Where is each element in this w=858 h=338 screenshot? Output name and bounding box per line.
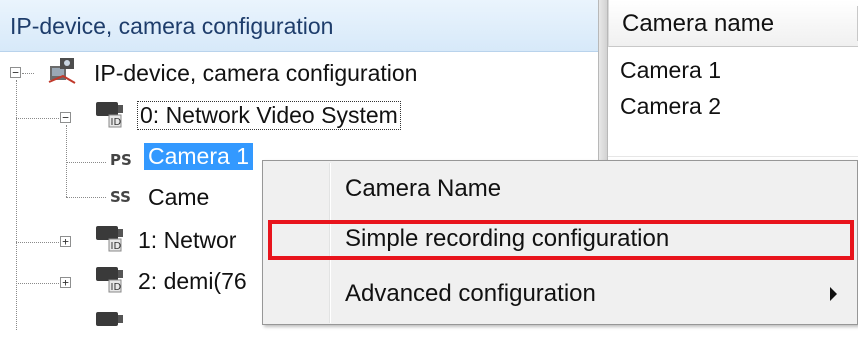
ps-badge-icon: PS: [110, 151, 132, 169]
tree-connector: [22, 73, 34, 74]
tree-connector: [66, 162, 106, 163]
menu-item-label: Simple recording configuration: [345, 225, 670, 252]
camera-device-icon: [96, 312, 123, 326]
camera-device-icon: ID: [96, 226, 123, 252]
row-divider: [608, 156, 858, 157]
network-devices-icon: [48, 58, 76, 84]
tree-connector: [66, 125, 67, 197]
camera-list-row[interactable]: Camera 1: [620, 57, 721, 84]
tree-node-device-0[interactable]: 0: Network Video System: [137, 101, 401, 130]
tree-node-device-1[interactable]: 1: Networ: [138, 227, 236, 254]
camera-device-icon: ID: [96, 102, 123, 128]
pane-title: IP-device, camera configuration: [10, 13, 334, 39]
expand-expander[interactable]: +: [60, 277, 71, 288]
tree-connector: [16, 118, 61, 119]
collapse-expander[interactable]: −: [10, 67, 21, 78]
collapse-expander[interactable]: −: [60, 112, 71, 123]
context-menu: Camera Name Simple recording configurati…: [262, 160, 858, 325]
menu-item-label: Advanced configuration: [345, 280, 596, 307]
ss-badge-icon: SS: [110, 188, 131, 206]
tree-connector: [66, 197, 106, 198]
tree-connector: [16, 242, 61, 243]
tree-node-root[interactable]: IP-device, camera configuration: [94, 60, 417, 87]
submenu-arrow-icon: [830, 287, 837, 301]
tree-node-camera-2[interactable]: Came: [148, 184, 209, 211]
expand-expander[interactable]: +: [60, 236, 71, 247]
tree-connector: [16, 283, 61, 284]
menu-item-simple-recording-configuration[interactable]: Simple recording configuration: [263, 219, 857, 269]
column-header-label: Camera name: [622, 10, 775, 37]
svg-text:ID: ID: [111, 282, 122, 293]
svg-text:ID: ID: [111, 117, 122, 128]
menu-item-advanced-configuration[interactable]: Advanced configuration: [263, 269, 857, 319]
svg-text:ID: ID: [111, 241, 122, 252]
menu-item-camera-name[interactable]: Camera Name: [263, 164, 857, 214]
menu-item-label: Camera Name: [345, 175, 502, 202]
tree-node-device-2[interactable]: 2: demi(76: [138, 268, 247, 295]
tree-node-camera-1[interactable]: Camera 1: [144, 143, 253, 170]
column-header-camera-name[interactable]: Camera name: [608, 0, 858, 47]
pane-header: IP-device, camera configuration: [0, 0, 598, 52]
camera-list-row[interactable]: Camera 2: [620, 93, 721, 120]
camera-device-icon: ID: [96, 267, 123, 293]
